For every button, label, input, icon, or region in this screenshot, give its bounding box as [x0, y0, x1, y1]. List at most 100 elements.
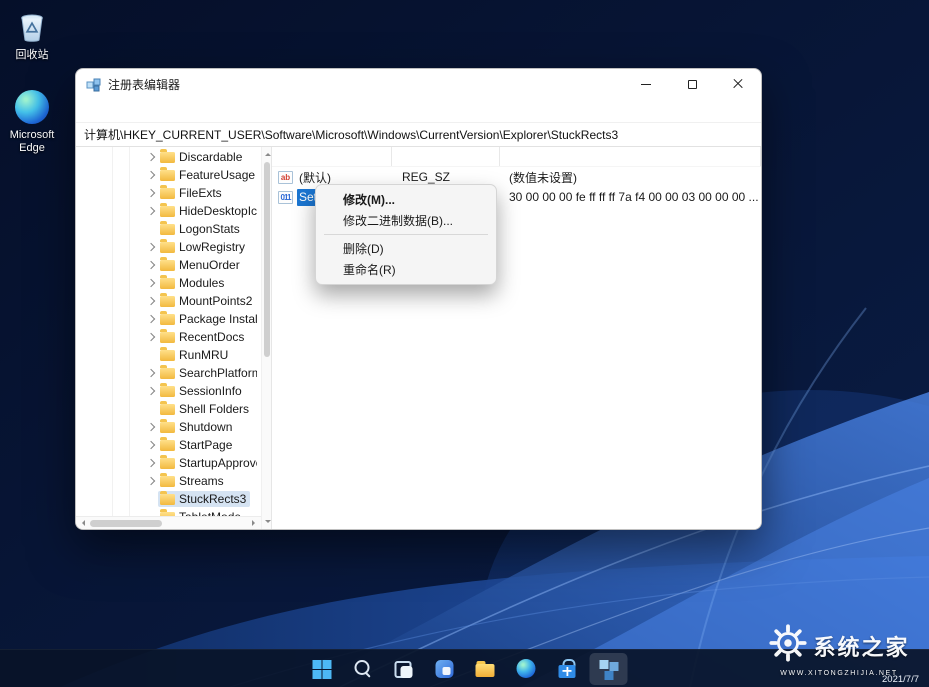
menu-item[interactable] [84, 109, 100, 113]
tree-item-label: LowRegistry [179, 240, 246, 254]
chevron-right-icon[interactable] [144, 244, 158, 250]
tree-vertical-scrollbar[interactable] [261, 147, 272, 529]
tree-item-label: Modules [179, 276, 225, 290]
chevron-right-icon[interactable] [144, 298, 158, 304]
tree-item-label: MountPoints2 [179, 294, 253, 308]
taskbar-icon-edge[interactable] [507, 653, 545, 685]
tree-item-core: RecentDocs [158, 329, 248, 345]
chevron-right-icon[interactable] [144, 424, 158, 430]
chevron-right-icon[interactable] [144, 478, 158, 484]
tree-item-label: StartupApprove [179, 456, 257, 470]
tree-item[interactable]: MountPoints2 [76, 292, 261, 310]
tree-item[interactable]: RunMRU [76, 346, 261, 364]
chevron-right-icon[interactable] [144, 154, 158, 160]
menu-item[interactable] [116, 109, 132, 113]
tree-item-core: MountPoints2 [158, 293, 256, 309]
address-input[interactable] [76, 123, 761, 146]
column-header[interactable] [500, 147, 761, 166]
folder-icon [160, 275, 175, 289]
desktop-icon-recycle-bin[interactable]: 回收站 [0, 8, 64, 62]
chevron-right-icon[interactable] [144, 208, 158, 214]
chevron-right-icon[interactable] [144, 262, 158, 268]
tree-item[interactable]: FileExts [76, 184, 261, 202]
taskbar-icon-start[interactable] [302, 653, 340, 685]
tree-item[interactable]: SessionInfo [76, 382, 261, 400]
tree-item[interactable]: Discardable [76, 148, 261, 166]
context-menu-item[interactable]: 删除(D) [316, 238, 496, 259]
chevron-right-icon[interactable] [144, 316, 158, 322]
taskbar-icon-regedit[interactable] [589, 652, 627, 685]
tree-item[interactable]: Streams [76, 472, 261, 490]
taskbar-icon-glyph [392, 658, 414, 680]
tree-item[interactable]: LowRegistry [76, 238, 261, 256]
taskbar-clock[interactable]: 2021/7/7 [882, 674, 919, 685]
chevron-right-icon[interactable] [144, 388, 158, 394]
tree-item-core: RunMRU [158, 347, 232, 363]
context-menu-item[interactable]: 修改二进制数据(B)... [316, 210, 496, 231]
column-header[interactable] [392, 147, 500, 166]
context-menu-item[interactable] [316, 231, 496, 238]
chevron-right-icon[interactable] [144, 190, 158, 196]
taskbar-icon-task-view[interactable] [384, 653, 422, 685]
tree-item-core: StuckRects3 [158, 491, 251, 507]
chevron-right-icon[interactable] [144, 280, 158, 286]
close-button[interactable] [715, 69, 761, 99]
tree-item[interactable]: Shutdown [76, 418, 261, 436]
tree-horizontal-scrollbar[interactable] [76, 516, 261, 529]
scroll-right-arrow-icon[interactable] [252, 520, 258, 526]
scroll-down-arrow-icon[interactable] [264, 520, 271, 526]
chevron-right-icon[interactable] [144, 370, 158, 376]
chevron-right-icon[interactable] [144, 172, 158, 178]
chevron-right-icon[interactable] [144, 442, 158, 448]
tree-item[interactable]: LogonStats [76, 220, 261, 238]
tree-item-label: StartPage [179, 438, 233, 452]
chevron-right-icon[interactable] [144, 460, 158, 466]
tree-item[interactable]: StuckRects3 [76, 490, 261, 508]
tree-item[interactable]: MenuOrder [76, 256, 261, 274]
horizontal-scrollbar-thumb[interactable] [90, 519, 162, 527]
registry-tree: Discardable FeatureUsage FileExts HideDe… [76, 147, 261, 516]
tree-item[interactable]: Modules [76, 274, 261, 292]
tree-item[interactable]: RecentDocs [76, 328, 261, 346]
context-menu-item-label [324, 234, 488, 235]
vertical-scrollbar-thumb[interactable] [264, 162, 270, 357]
scroll-up-arrow-icon[interactable] [264, 150, 271, 156]
tree-item[interactable]: SearchPlatform [76, 364, 261, 382]
context-menu-item[interactable]: 重命名(R) [316, 259, 496, 280]
maximize-button[interactable] [669, 69, 715, 99]
chevron-right-icon[interactable] [144, 334, 158, 340]
tree-item-label: RecentDocs [179, 330, 245, 344]
taskbar-icon-file-explorer[interactable] [466, 653, 504, 685]
taskbar-icon-search[interactable] [343, 653, 381, 685]
scroll-left-arrow-icon[interactable] [79, 520, 85, 526]
context-menu-item-label: 删除(D) [343, 242, 384, 256]
folder-icon [160, 437, 175, 451]
taskbar-icon-store[interactable] [548, 653, 586, 685]
menu-item[interactable] [100, 109, 116, 113]
folder-icon [160, 383, 175, 397]
tree-item-core: Streams [158, 473, 228, 489]
tree-item[interactable]: TabletMode [76, 508, 261, 516]
tree-item[interactable]: FeatureUsage [76, 166, 261, 184]
tree-item[interactable]: StartPage [76, 436, 261, 454]
tree-item-core: FileExts [158, 185, 226, 201]
column-header[interactable] [272, 147, 392, 166]
registry-tree-pane: Discardable FeatureUsage FileExts HideDe… [76, 147, 261, 529]
address-bar [76, 123, 761, 147]
tree-item-label: HideDesktopIco [179, 204, 257, 218]
taskbar-icon-widgets[interactable] [425, 653, 463, 685]
window-title: 注册表编辑器 [108, 77, 181, 92]
context-menu-item[interactable]: 修改(M)... [316, 189, 496, 210]
tree-item[interactable]: HideDesktopIco [76, 202, 261, 220]
minimize-button[interactable] [623, 69, 669, 99]
tree-item[interactable]: Package Installa [76, 310, 261, 328]
tree-item-label: Discardable [179, 150, 243, 164]
desktop-icon-microsoft-edge[interactable]: Microsoft Edge [0, 88, 64, 155]
taskbar-icons [302, 650, 627, 687]
desktop-icon-label: 回收站 [15, 49, 49, 61]
tree-item[interactable]: StartupApprove [76, 454, 261, 472]
tree-item[interactable]: Shell Folders [76, 400, 261, 418]
recycle-bin-icon [13, 8, 51, 46]
menu-item[interactable] [148, 109, 164, 113]
menu-item[interactable] [132, 109, 148, 113]
